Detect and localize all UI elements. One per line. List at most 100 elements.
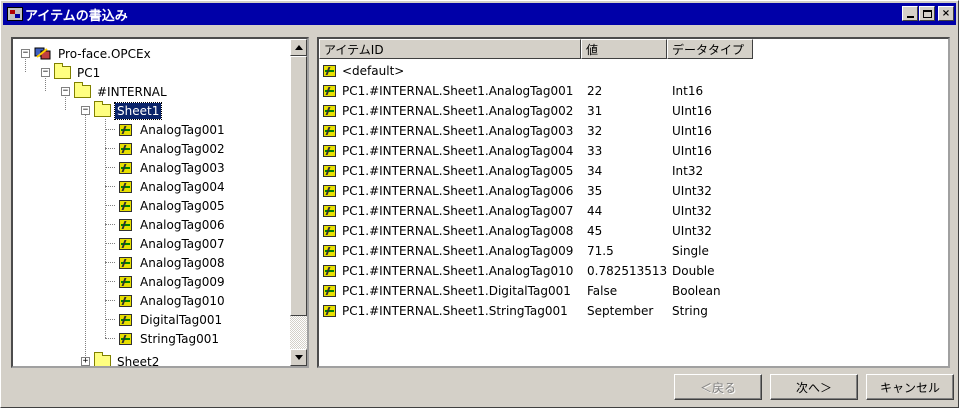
tree-item-tag[interactable]: AnalogTag008 xyxy=(119,253,227,272)
tag-icon xyxy=(119,275,132,288)
cell-data-type: UInt32 xyxy=(672,184,712,198)
list-row[interactable]: PC1.#INTERNAL.Sheet1.AnalogTag001 22 Int16 xyxy=(319,81,770,101)
item-id-text: PC1.#INTERNAL.Sheet1.DigitalTag001 xyxy=(342,284,571,298)
tag-icon xyxy=(323,245,336,257)
tag-icon xyxy=(323,225,336,237)
cell-item-id: PC1.#INTERNAL.Sheet1.AnalogTag005 xyxy=(319,164,585,178)
item-id-text: PC1.#INTERNAL.Sheet1.AnalogTag002 xyxy=(342,104,574,118)
item-id-text: PC1.#INTERNAL.Sheet1.AnalogTag004 xyxy=(342,144,574,158)
maximize-button[interactable] xyxy=(919,6,935,21)
tree-label-pc1: PC1 xyxy=(77,65,101,80)
tree-label-sheet2: Sheet2 xyxy=(117,354,160,368)
collapse-icon[interactable]: − xyxy=(41,68,50,77)
tree-item-sheet1[interactable]: − Sheet1 xyxy=(81,101,163,120)
list-row[interactable]: PC1.#INTERNAL.Sheet1.AnalogTag007 44 UInt3… xyxy=(319,201,770,221)
cell-item-id: <default> xyxy=(319,64,585,78)
minimize-icon xyxy=(906,16,914,18)
folder-icon xyxy=(54,63,71,79)
list-row[interactable]: PC1.#INTERNAL.Sheet1.StringTag001 Septemb… xyxy=(319,301,770,321)
next-button[interactable]: 次へ＞ xyxy=(770,374,858,400)
title-bar[interactable]: アイテムの書込み × xyxy=(3,3,956,25)
tag-icon xyxy=(323,125,336,137)
list-row[interactable]: PC1.#INTERNAL.Sheet1.AnalogTag009 71.5 Sin… xyxy=(319,241,770,261)
list-row[interactable]: PC1.#INTERNAL.Sheet1.AnalogTag002 31 UInt1… xyxy=(319,101,770,121)
tree-line xyxy=(105,300,115,301)
list-row[interactable]: PC1.#INTERNAL.Sheet1.AnalogTag005 34 Int32 xyxy=(319,161,770,181)
column-header-value[interactable]: 値 xyxy=(581,39,667,59)
tree-label-tag: AnalogTag001 xyxy=(140,122,225,137)
tree-item-tag[interactable]: AnalogTag003 xyxy=(119,158,227,177)
tree-item-tag[interactable]: AnalogTag010 xyxy=(119,291,227,310)
cell-value: 71.5 xyxy=(587,244,614,258)
tree-item-pc1[interactable]: − PC1 xyxy=(41,63,102,82)
cell-data-type: UInt32 xyxy=(672,224,712,238)
tree-item-tag[interactable]: AnalogTag005 xyxy=(119,196,227,215)
tree-line xyxy=(105,281,115,282)
expand-icon[interactable]: + xyxy=(81,357,90,366)
column-header-data-type[interactable]: データタイプ xyxy=(667,39,753,59)
tag-icon xyxy=(119,199,132,212)
list-row[interactable]: PC1.#INTERNAL.Sheet1.AnalogTag006 35 UInt3… xyxy=(319,181,770,201)
close-button[interactable]: × xyxy=(938,6,954,21)
cell-item-id: PC1.#INTERNAL.Sheet1.AnalogTag003 xyxy=(319,124,585,138)
scroll-up-button[interactable] xyxy=(290,39,307,56)
tree-item-tag[interactable]: DigitalTag001 xyxy=(119,310,224,329)
cell-item-id: PC1.#INTERNAL.Sheet1.AnalogTag002 xyxy=(319,104,585,118)
folder-icon xyxy=(74,82,91,98)
collapse-icon[interactable]: − xyxy=(81,106,90,115)
scroll-down-button[interactable] xyxy=(290,349,307,366)
tree-view[interactable]: − Pro-face.OPCEx − PC1 − #INTERNAL − She… xyxy=(11,37,309,368)
tree-item-tag[interactable]: AnalogTag004 xyxy=(119,177,227,196)
tree-label-tag: AnalogTag005 xyxy=(140,198,225,213)
tag-icon xyxy=(323,85,336,97)
list-row[interactable]: PC1.#INTERNAL.Sheet1.AnalogTag003 32 UInt1… xyxy=(319,121,770,141)
tree-line xyxy=(105,167,115,168)
tree-item-sheet2[interactable]: + Sheet2 xyxy=(81,352,161,368)
item-id-text: PC1.#INTERNAL.Sheet1.AnalogTag001 xyxy=(342,84,574,98)
tree-scrollbar[interactable] xyxy=(290,39,307,366)
tree-item-tag[interactable]: AnalogTag009 xyxy=(119,272,227,291)
tree-content: − Pro-face.OPCEx − PC1 − #INTERNAL − She… xyxy=(13,39,289,366)
scroll-thumb[interactable] xyxy=(290,56,307,316)
item-id-text: PC1.#INTERNAL.Sheet1.AnalogTag003 xyxy=(342,124,574,138)
cell-value: 33 xyxy=(587,144,603,158)
tag-icon xyxy=(323,105,336,117)
collapse-icon[interactable]: − xyxy=(61,87,70,96)
item-id-text: PC1.#INTERNAL.Sheet1.StringTag001 xyxy=(342,304,568,318)
tree-item-tag[interactable]: StringTag001 xyxy=(119,329,221,348)
tree-line xyxy=(105,243,115,244)
tag-icon xyxy=(323,165,336,177)
list-row[interactable]: PC1.#INTERNAL.Sheet1.AnalogTag008 45 UInt3… xyxy=(319,221,770,241)
app-logo-icon xyxy=(7,7,23,21)
tree-line xyxy=(105,129,115,130)
tag-icon xyxy=(323,285,336,297)
list-row-default[interactable]: <default> xyxy=(319,61,585,81)
tree-item-tag[interactable]: AnalogTag007 xyxy=(119,234,227,253)
item-id-text: PC1.#INTERNAL.Sheet1.AnalogTag009 xyxy=(342,244,574,258)
item-id-text: PC1.#INTERNAL.Sheet1.AnalogTag005 xyxy=(342,164,574,178)
tree-item-internal[interactable]: − #INTERNAL xyxy=(61,82,169,101)
tag-icon xyxy=(323,145,336,157)
tree-item-tag[interactable]: AnalogTag001 xyxy=(119,120,227,139)
item-list-view[interactable]: アイテムID 値 データタイプ <default> PC1.#INTERNAL.… xyxy=(317,37,950,368)
write-items-window: アイテムの書込み × − Pro-face.OPCEx − PC1 − #INT… xyxy=(0,0,959,408)
cell-item-id: PC1.#INTERNAL.Sheet1.AnalogTag009 xyxy=(319,244,585,258)
item-id-text: PC1.#INTERNAL.Sheet1.AnalogTag007 xyxy=(342,204,574,218)
back-button[interactable]: ＜戻る xyxy=(674,374,762,400)
tree-line xyxy=(105,119,106,338)
cell-item-id: PC1.#INTERNAL.Sheet1.AnalogTag008 xyxy=(319,224,585,238)
tag-icon xyxy=(323,65,336,77)
tree-item-tag[interactable]: AnalogTag006 xyxy=(119,215,227,234)
list-row[interactable]: PC1.#INTERNAL.Sheet1.AnalogTag004 33 UInt1… xyxy=(319,141,770,161)
tree-item-tag[interactable]: AnalogTag002 xyxy=(119,139,227,158)
tree-line xyxy=(85,110,86,360)
list-row[interactable]: PC1.#INTERNAL.Sheet1.DigitalTag001 False B… xyxy=(319,281,770,301)
tree-item-root[interactable]: − Pro-face.OPCEx xyxy=(21,44,153,63)
collapse-icon[interactable]: − xyxy=(21,49,30,58)
minimize-button[interactable] xyxy=(902,6,918,21)
cancel-button[interactable]: キャンセル xyxy=(866,374,954,400)
tree-label-tag: AnalogTag003 xyxy=(140,160,225,175)
column-header-item-id[interactable]: アイテムID xyxy=(319,39,581,59)
tag-icon xyxy=(119,237,132,250)
list-row[interactable]: PC1.#INTERNAL.Sheet1.AnalogTag010 0.78251… xyxy=(319,261,770,281)
